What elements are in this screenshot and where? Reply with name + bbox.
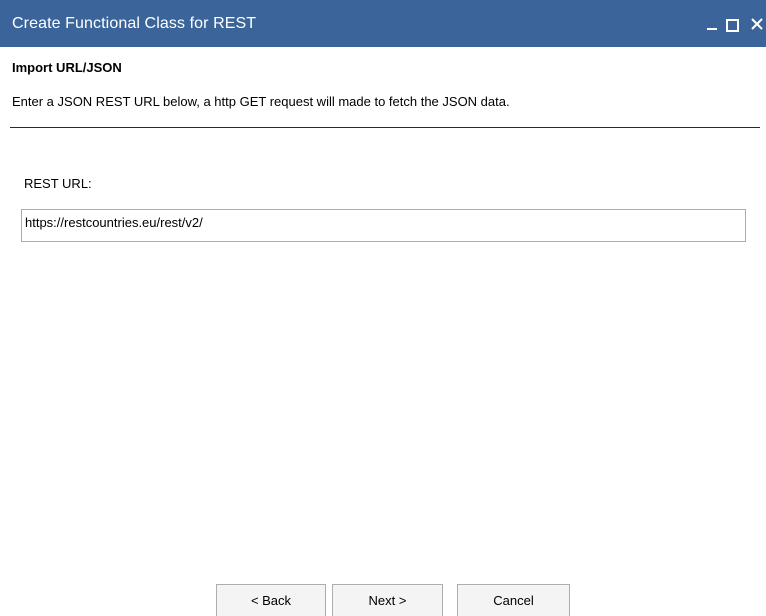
section-title: Import URL/JSON	[12, 60, 122, 75]
title-bar[interactable]: Create Functional Class for REST	[0, 0, 766, 47]
cancel-button[interactable]: Cancel	[457, 584, 570, 616]
window-title: Create Functional Class for REST	[12, 15, 257, 32]
minimize-icon[interactable]	[704, 0, 722, 47]
section-description: Enter a JSON REST URL below, a http GET …	[12, 94, 510, 109]
dialog-window: Create Functional Class for REST Import …	[0, 0, 766, 616]
rest-url-input[interactable]	[21, 209, 746, 242]
back-button[interactable]: < Back	[216, 584, 326, 616]
maximize-icon[interactable]	[724, 0, 742, 47]
rest-url-label: REST URL:	[24, 176, 92, 191]
close-icon[interactable]	[746, 0, 766, 47]
header-separator	[10, 127, 760, 128]
next-button[interactable]: Next >	[332, 584, 443, 616]
